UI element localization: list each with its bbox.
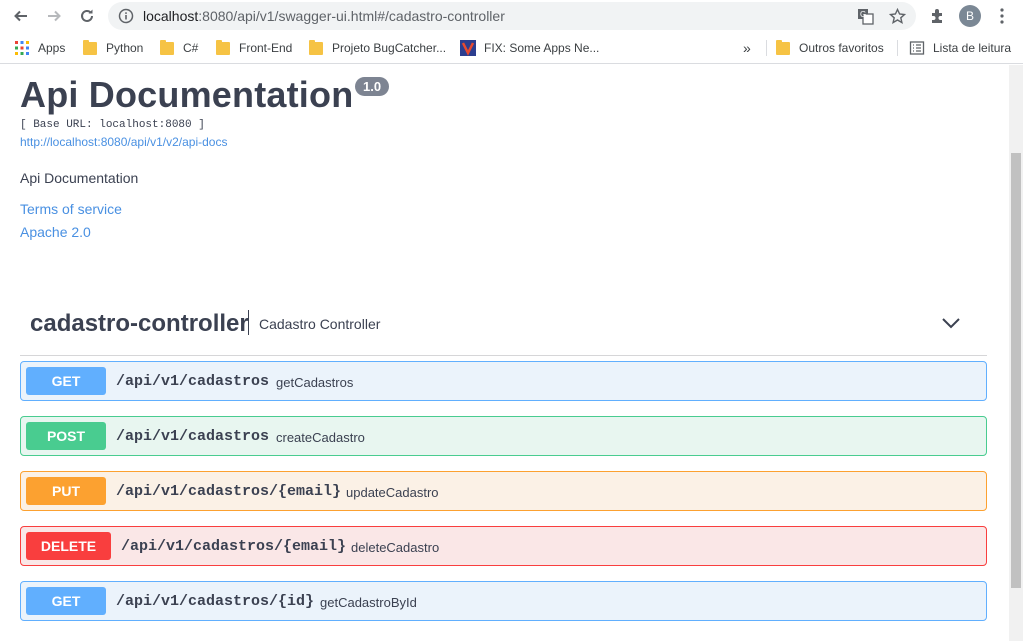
translate-icon[interactable]: G: [856, 7, 874, 25]
bookmark-bugcatcher[interactable]: Projeto BugCatcher...: [309, 37, 446, 59]
kebab-menu-icon: [1000, 8, 1004, 24]
text-cursor: [248, 310, 249, 335]
license-link[interactable]: Apache 2.0: [20, 224, 91, 240]
svg-text:G: G: [860, 10, 866, 19]
operation-delete-cadastro[interactable]: DELETE /api/v1/cadastros/{email} deleteC…: [20, 526, 987, 566]
reload-icon: [81, 9, 93, 22]
bookmarks-divider: [897, 40, 898, 56]
terms-of-service-link[interactable]: Terms of service: [20, 201, 122, 217]
method-badge: GET: [26, 367, 106, 395]
extensions-button[interactable]: [926, 4, 950, 28]
bookmarks-overflow-button[interactable]: »: [743, 37, 751, 59]
back-arrow-icon: [14, 10, 27, 22]
browser-toolbar: localhost:8080/api/v1/swagger-ui.html#/c…: [0, 0, 1023, 32]
url-host: localhost: [143, 8, 199, 24]
bookmark-label: Outros favoritos: [799, 41, 884, 55]
bookmark-label: FIX: Some Apps Ne...: [484, 41, 600, 55]
bookmark-fix-apps[interactable]: FIX: Some Apps Ne...: [460, 37, 599, 59]
api-docs-link[interactable]: http://localhost:8080/api/v1/v2/api-docs: [20, 135, 227, 149]
operation-path: /api/v1/cadastros/{email}: [121, 538, 347, 555]
operation-path: /api/v1/cadastros/{email}: [116, 483, 342, 500]
forward-arrow-icon: [48, 10, 61, 22]
forward-button[interactable]: [42, 4, 66, 28]
bookmark-label: Projeto BugCatcher...: [332, 41, 447, 55]
avatar: B: [959, 5, 981, 27]
operation-create-cadastro[interactable]: POST /api/v1/cadastros createCadastro: [20, 416, 987, 456]
bookmark-label: Apps: [38, 41, 66, 55]
apps-grid-icon: [15, 41, 29, 55]
operation-summary: createCadastro: [276, 430, 365, 445]
page-scrollbar[interactable]: [1009, 65, 1023, 641]
folder-icon: [160, 39, 174, 55]
base-url: [ Base URL: localhost:8080 ]: [20, 119, 205, 131]
puzzle-icon: [932, 9, 942, 23]
version-badge: 1.0: [355, 77, 390, 96]
controller-description: Cadastro Controller: [259, 316, 381, 332]
operation-summary: getCadastroById: [320, 595, 417, 610]
bookmark-python[interactable]: Python: [83, 37, 143, 59]
reading-list-icon: [909, 41, 925, 55]
url-path: :8080/api/v1/swagger-ui.html#/cadastro-c…: [198, 8, 505, 24]
operation-get-cadastro-by-id[interactable]: GET /api/v1/cadastros/{id} getCadastroBy…: [20, 581, 987, 621]
bookmark-label: C#: [183, 41, 199, 55]
overflow-chevron-icon: »: [743, 40, 751, 56]
operation-summary: getCadastros: [276, 375, 354, 390]
bookmark-star-icon[interactable]: [888, 7, 906, 25]
browser-menu-button[interactable]: [990, 4, 1014, 28]
bookmark-label: Front-End: [239, 41, 293, 55]
address-bar[interactable]: localhost:8080/api/v1/swagger-ui.html#/c…: [108, 2, 916, 30]
folder-icon: [83, 39, 97, 55]
operation-summary: deleteCadastro: [351, 540, 440, 555]
site-favicon-icon: [460, 40, 476, 56]
operation-path: /api/v1/cadastros: [116, 428, 270, 445]
bookmark-apps[interactable]: Apps: [14, 37, 65, 59]
method-badge: DELETE: [26, 532, 111, 560]
api-description: Api Documentation: [20, 170, 139, 186]
folder-icon: [776, 39, 790, 55]
bookmark-label: Python: [106, 41, 144, 55]
scrollbar-thumb[interactable]: [1011, 153, 1021, 588]
operation-get-cadastros[interactable]: GET /api/v1/cadastros getCadastros: [20, 361, 987, 401]
controller-header[interactable]: cadastro-controller Cadastro Controller: [20, 295, 987, 356]
operation-path: /api/v1/cadastros/{id}: [116, 593, 315, 610]
operation-path: /api/v1/cadastros: [116, 373, 270, 390]
chevron-down-icon[interactable]: [940, 313, 962, 333]
operation-update-cadastro[interactable]: PUT /api/v1/cadastros/{email} updateCada…: [20, 471, 987, 511]
page-title: Api Documentation: [20, 74, 354, 115]
method-badge: PUT: [26, 477, 106, 505]
back-button[interactable]: [9, 4, 33, 28]
profile-button[interactable]: B: [958, 4, 982, 28]
folder-icon: [216, 39, 230, 55]
bookmark-outros-favoritos[interactable]: Outros favoritos: [776, 37, 884, 59]
reload-button[interactable]: [75, 4, 99, 28]
method-badge: POST: [26, 422, 106, 450]
bookmark-front-end[interactable]: Front-End: [216, 37, 292, 59]
controller-name[interactable]: cadastro-controller: [30, 310, 249, 338]
method-badge: GET: [26, 587, 106, 615]
reading-list-button[interactable]: Lista de leitura: [909, 37, 1011, 59]
swagger-page: Api Documentation 1.0 [ Base URL: localh…: [0, 65, 1023, 641]
bookmark-csharp[interactable]: C#: [160, 37, 198, 59]
url-text[interactable]: localhost:8080/api/v1/swagger-ui.html#/c…: [143, 8, 505, 24]
folder-icon: [309, 39, 323, 55]
operation-summary: updateCadastro: [346, 485, 439, 500]
bookmarks-divider: [766, 40, 767, 56]
bookmarks-bar: Apps Python C# Front-End Projeto BugCatc…: [0, 32, 1023, 64]
info-icon[interactable]: [118, 8, 134, 24]
bookmark-label: Lista de leitura: [933, 41, 1012, 55]
